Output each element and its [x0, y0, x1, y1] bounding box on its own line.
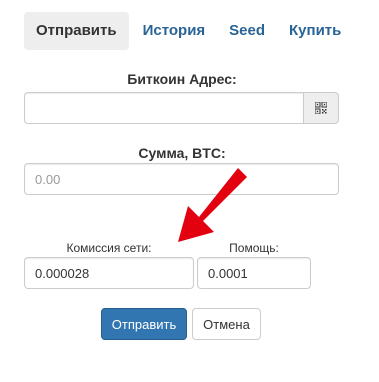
amount-label: Сумма, BTC:	[138, 145, 226, 161]
tab-history[interactable]: История	[131, 12, 218, 50]
address-input-group	[24, 92, 339, 124]
qr-scan-button[interactable]	[303, 92, 339, 124]
qr-code-icon	[315, 102, 327, 114]
address-input[interactable]	[24, 92, 303, 124]
tab-buy[interactable]: Купить	[277, 12, 353, 50]
fee-input[interactable]	[24, 257, 194, 289]
fee-label: Комиссия сети:	[66, 241, 152, 255]
tab-seed[interactable]: Seed	[217, 12, 277, 50]
help-input[interactable]	[197, 257, 311, 289]
address-label: Биткоин Адрес:	[127, 71, 237, 87]
tab-send[interactable]: Отправить	[24, 12, 129, 50]
cancel-button[interactable]: Отмена	[192, 308, 261, 340]
tab-bar: Отправить История Seed Купить	[24, 12, 353, 50]
red-arrow-icon	[178, 168, 247, 242]
send-button[interactable]: Отправить	[101, 308, 187, 340]
